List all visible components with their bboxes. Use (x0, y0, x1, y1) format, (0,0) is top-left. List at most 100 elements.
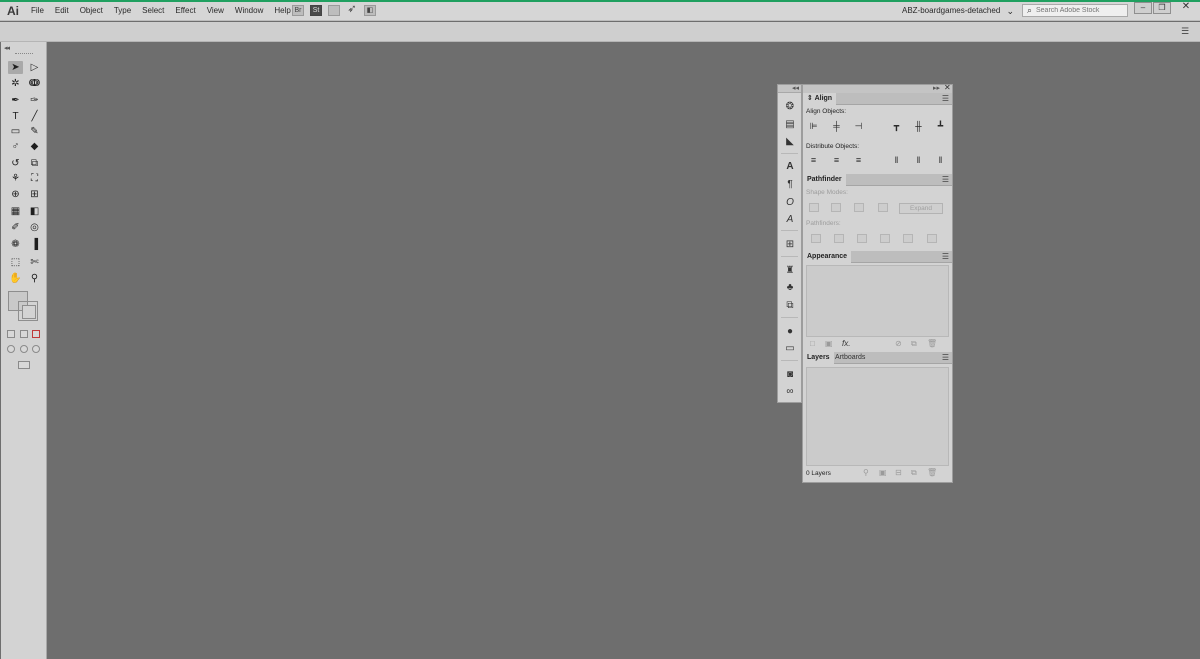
panel-menu-icon[interactable]: ☰ (942, 252, 949, 261)
scale-tool-icon[interactable]: ⧉ (27, 157, 42, 170)
menu-effect[interactable]: Effect (171, 4, 199, 18)
trim-icon[interactable] (834, 234, 844, 243)
tab-appearance[interactable]: Appearance (803, 251, 852, 263)
menu-select[interactable]: Select (138, 4, 168, 18)
stock-search[interactable]: ⌕ (1022, 4, 1128, 17)
rectangle-tool-icon[interactable]: ▭ (8, 125, 23, 138)
duplicate-item-icon[interactable]: ⧉ (911, 339, 917, 349)
distribute-left-icon[interactable]: ‖ (891, 155, 902, 165)
minimize-button[interactable]: – (1134, 2, 1152, 14)
draw-inside-icon[interactable] (32, 345, 40, 353)
magic-wand-tool-icon[interactable]: ✲ (8, 77, 23, 90)
character-panel-icon[interactable]: A (783, 160, 797, 173)
paintbrush-tool-icon[interactable]: ✎ (27, 125, 42, 138)
transparency-panel-icon[interactable]: ● (783, 325, 797, 338)
collapse-icon[interactable]: ▸▸ (933, 84, 940, 92)
restore-button[interactable]: ❐ (1153, 2, 1171, 14)
free-transform-tool-icon[interactable]: ⛶ (27, 172, 42, 185)
gradient-mode-icon[interactable] (20, 330, 28, 338)
control-menu-icon[interactable]: ☰ (1180, 27, 1190, 36)
crop-icon[interactable] (880, 234, 890, 243)
unite-icon[interactable] (809, 203, 819, 212)
align-left-icon[interactable]: ⊫ (808, 121, 819, 131)
add-stroke-icon[interactable]: □ (810, 339, 815, 348)
line-segment-tool-icon[interactable]: ╱ (27, 110, 42, 123)
clear-appearance-icon[interactable]: ⊘ (895, 339, 902, 348)
symbols-panel-icon[interactable]: ♣ (783, 281, 797, 294)
strip-header[interactable]: ◂◂ (778, 85, 801, 93)
arrange-documents-icon[interactable] (328, 5, 340, 16)
intersect-icon[interactable] (854, 203, 864, 212)
none-mode-icon[interactable] (32, 330, 40, 338)
draw-normal-icon[interactable] (7, 345, 15, 353)
zoom-tool-icon[interactable]: ⚲ (27, 272, 42, 285)
shaper-tool-icon[interactable]: ♂ (8, 140, 23, 153)
new-sublayer-icon[interactable]: ⊟ (895, 468, 902, 477)
distribute-horizontal-center-icon[interactable]: ‖ (913, 155, 924, 165)
minus-front-icon[interactable] (831, 203, 841, 212)
symbol-sprayer-tool-icon[interactable]: ❁ (8, 238, 23, 251)
minus-back-icon[interactable] (927, 234, 937, 243)
delete-layer-icon[interactable]: 🗑 (927, 468, 937, 477)
tab-pathfinder[interactable]: Pathfinder (803, 174, 846, 186)
expand-button[interactable]: Expand (899, 203, 943, 214)
glyphs-panel-icon[interactable]: A (783, 213, 797, 226)
swatches-panel-icon[interactable]: ▤ (783, 118, 797, 131)
gpu-performance-icon[interactable]: ➶ (346, 4, 358, 16)
stock-icon[interactable]: St (310, 5, 322, 16)
divide-icon[interactable] (811, 234, 821, 243)
type-tool-icon[interactable]: T (8, 110, 23, 123)
close-icon[interactable]: ✕ (944, 83, 951, 92)
opentype-panel-icon[interactable]: O (783, 196, 797, 209)
pen-tool-icon[interactable]: ✒ (8, 94, 23, 107)
align-vertical-center-icon[interactable]: ╫ (913, 121, 924, 131)
panel-menu-icon[interactable]: ☰ (942, 353, 949, 362)
gradient-tool-icon[interactable]: ◧ (27, 205, 42, 218)
transform-panel-icon[interactable]: ⊞ (783, 238, 797, 251)
align-right-icon[interactable]: ⊣ (853, 121, 864, 131)
add-fill-icon[interactable]: ▣ (825, 339, 833, 348)
stroke-swatch[interactable] (18, 301, 38, 321)
menu-edit[interactable]: Edit (51, 4, 73, 18)
libraries-panel-icon[interactable]: ◙ (783, 368, 797, 381)
perspective-grid-tool-icon[interactable]: ⊞ (27, 188, 42, 201)
hand-tool-icon[interactable]: ✋ (8, 272, 23, 285)
outline-icon[interactable] (903, 234, 913, 243)
align-horizontal-center-icon[interactable]: ╪ (831, 121, 842, 131)
add-effect-icon[interactable]: fx. (842, 339, 850, 348)
distribute-top-icon[interactable]: ≡ (808, 155, 819, 165)
color-mode-icon[interactable] (7, 330, 15, 338)
new-layer-icon[interactable]: ⧉ (911, 468, 917, 478)
menu-object[interactable]: Object (76, 4, 107, 18)
width-tool-icon[interactable]: ⚘ (8, 172, 23, 185)
bridge-icon[interactable]: Br (292, 5, 304, 16)
align-top-icon[interactable]: ┳ (891, 121, 902, 131)
shape-builder-tool-icon[interactable]: ⊕ (8, 188, 23, 201)
distribute-vertical-center-icon[interactable]: ≡ (831, 155, 842, 165)
search-input[interactable] (1036, 5, 1127, 16)
align-bottom-icon[interactable]: ┻ (935, 121, 946, 131)
curvature-tool-icon[interactable]: ✑ (27, 94, 42, 107)
tab-align[interactable]: ⇕ Align (803, 93, 837, 105)
menu-type[interactable]: Type (110, 4, 135, 18)
delete-item-icon[interactable]: 🗑 (927, 339, 937, 348)
dock-header[interactable]: ▸▸ ✕ (803, 83, 952, 93)
distribute-bottom-icon[interactable]: ≡ (853, 155, 864, 165)
graphic-styles-panel-icon[interactable]: ⧉ (783, 299, 797, 312)
column-graph-tool-icon[interactable]: ▐ (27, 238, 42, 251)
links-panel-icon[interactable]: ∞ (783, 385, 797, 398)
direct-selection-tool-icon[interactable]: ▷ (27, 61, 42, 74)
collapse-icon[interactable]: ◂◂ (792, 84, 799, 92)
blend-tool-icon[interactable]: ◎ (27, 221, 42, 234)
stroke-panel-icon[interactable]: ♜ (783, 264, 797, 277)
paragraph-panel-icon[interactable]: ¶ (783, 178, 797, 191)
slice-tool-icon[interactable]: ✄ (27, 256, 42, 269)
distribute-right-icon[interactable]: ‖ (935, 155, 946, 165)
menu-view[interactable]: View (203, 4, 228, 18)
artboard-tool-icon[interactable]: ⬚ (8, 256, 23, 269)
brushes-panel-icon[interactable]: ◣ (783, 135, 797, 148)
touch-workspace-icon[interactable]: ◧ (364, 5, 376, 16)
tab-artboards[interactable]: Artboards (831, 352, 869, 364)
screen-mode-icon[interactable] (18, 361, 30, 369)
color-panel-icon[interactable]: ❂ (783, 100, 797, 113)
